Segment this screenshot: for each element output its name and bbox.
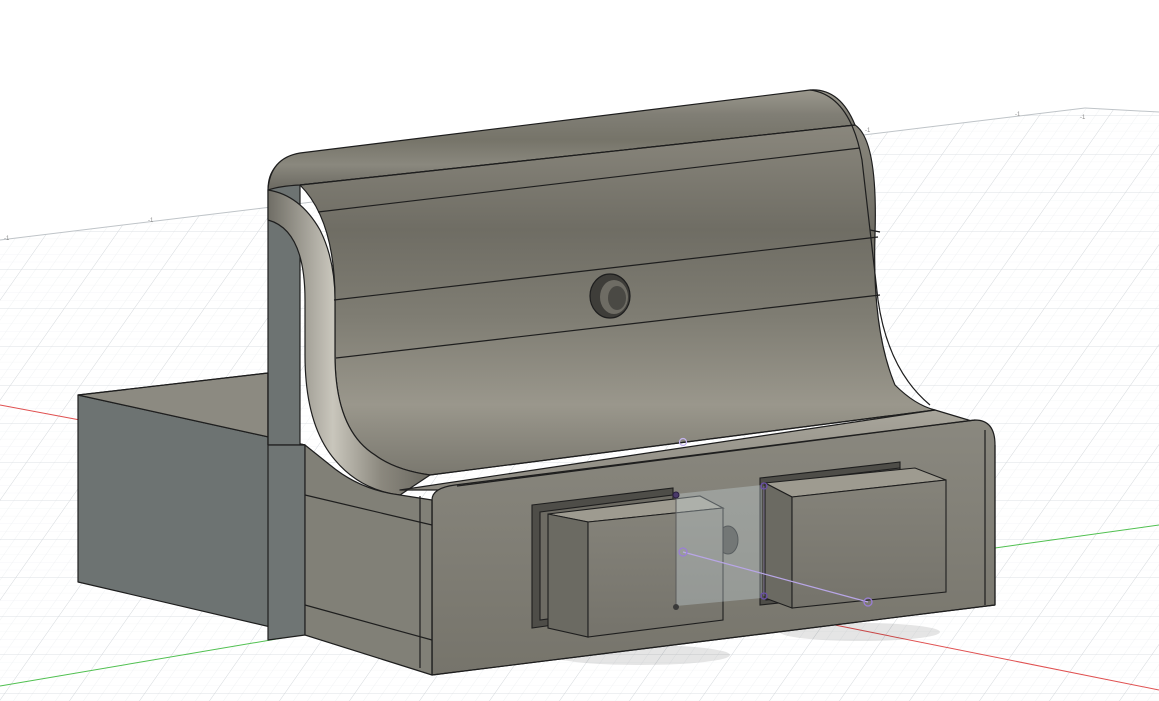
ruler-label: -1 bbox=[1015, 112, 1021, 118]
ruler-label: -1 bbox=[1080, 115, 1086, 121]
right-block[interactable] bbox=[763, 467, 947, 609]
3d-viewport[interactable]: -1 -1 -1 -1 -1 bbox=[0, 0, 1159, 701]
sketch-point[interactable] bbox=[672, 491, 680, 499]
ruler-label: -1 bbox=[148, 218, 154, 224]
ruler-label: -1 bbox=[865, 128, 871, 134]
base-side[interactable] bbox=[267, 444, 306, 641]
mount-hole[interactable] bbox=[589, 273, 631, 319]
sketch-point[interactable] bbox=[673, 604, 679, 610]
sketch-plane[interactable] bbox=[676, 485, 762, 606]
model-canvas[interactable]: -1 -1 -1 -1 -1 bbox=[0, 0, 1159, 701]
ruler-label: -1 bbox=[4, 236, 10, 242]
